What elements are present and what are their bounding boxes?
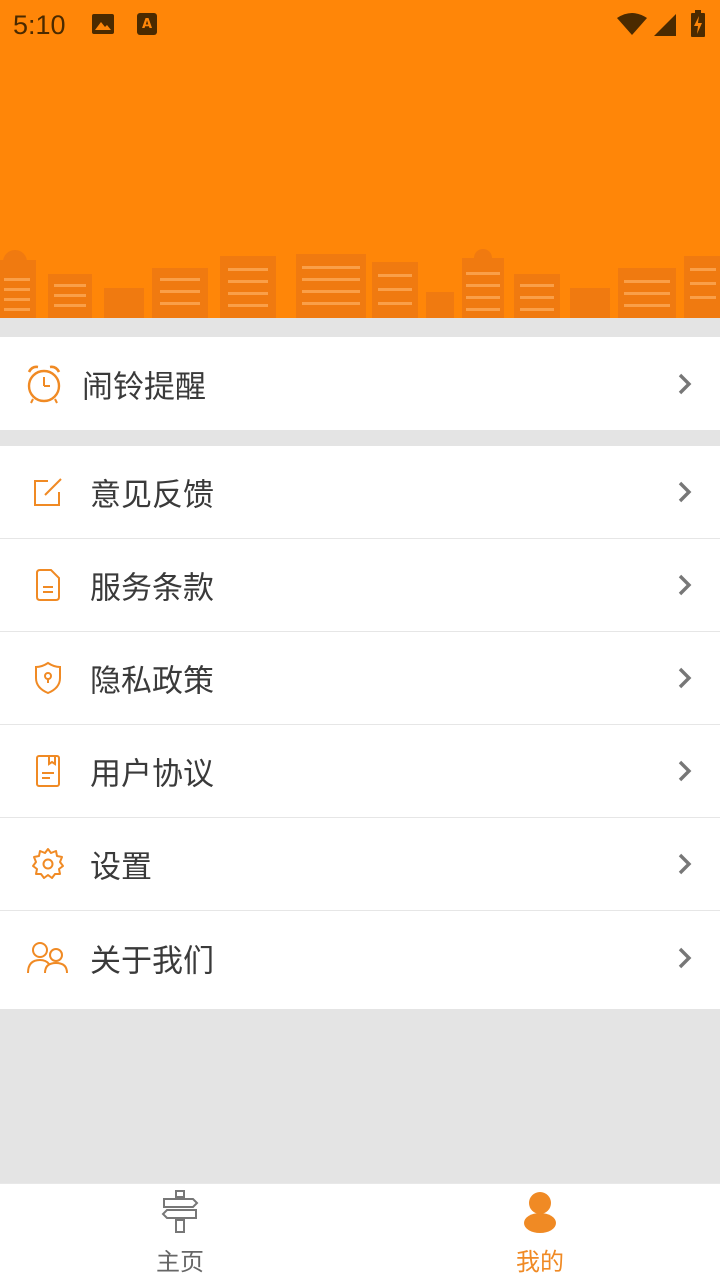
alarm-clock-icon: [27, 365, 61, 403]
tab-mine[interactable]: 我的: [360, 1184, 720, 1281]
menu-row-alarm[interactable]: 闹铃提醒: [0, 337, 720, 430]
tab-home[interactable]: 主页: [0, 1184, 360, 1281]
alarm-section: 闹铃提醒: [0, 337, 720, 430]
menu-row-user-agreement[interactable]: 用户协议: [0, 725, 720, 818]
chevron-right-icon: [678, 853, 692, 875]
menu-row-settings[interactable]: 设置: [0, 818, 720, 911]
person-icon: [524, 1192, 556, 1233]
menu-row-terms[interactable]: 服务条款: [0, 539, 720, 632]
signpost-icon: [161, 1190, 199, 1233]
chevron-right-icon: [678, 947, 692, 968]
chevron-right-icon: [678, 574, 692, 596]
menu-label-alarm: 闹铃提醒: [82, 369, 206, 405]
edit-icon: [34, 478, 62, 506]
users-icon: [27, 941, 68, 973]
image-icon: [92, 14, 114, 34]
menu-label-about: 关于我们: [90, 943, 214, 979]
tab-label-mine: 我的: [516, 1248, 564, 1276]
bottom-tab-bar: 主页 我的: [0, 1183, 720, 1281]
shield-icon: [35, 661, 61, 695]
svg-text:A: A: [142, 17, 152, 32]
document-icon: [36, 569, 60, 601]
chevron-right-icon: [678, 667, 692, 689]
menu-label-user-agreement: 用户协议: [90, 756, 214, 793]
wifi-icon: [617, 13, 647, 35]
header-banner: 5:10 A: [0, 0, 720, 318]
menu-label-feedback: 意见反馈: [90, 477, 214, 514]
menu-section: 意见反馈 服务条款 隐私政策 用户协议 设置 关于我们: [0, 446, 720, 1009]
chevron-right-icon: [678, 481, 692, 503]
menu-label-settings: 设置: [90, 849, 152, 886]
menu-row-about[interactable]: 关于我们: [0, 911, 720, 1004]
status-time: 5:10: [13, 10, 66, 40]
menu-label-privacy: 隐私政策: [90, 663, 214, 700]
menu-row-privacy[interactable]: 隐私政策: [0, 632, 720, 725]
signal-icon: [654, 14, 676, 36]
chevron-right-icon: [678, 373, 692, 394]
gear-icon: [32, 848, 64, 879]
a-notification-icon: A: [137, 13, 157, 35]
menu-label-terms: 服务条款: [90, 570, 214, 607]
city-skyline-illustration: [0, 249, 720, 318]
menu-row-feedback[interactable]: 意见反馈: [0, 446, 720, 539]
bookmark-doc-icon: [36, 755, 60, 787]
tab-label-home: 主页: [156, 1248, 204, 1276]
status-bar: 5:10 A: [0, 0, 720, 50]
battery-charging-icon: [691, 10, 705, 37]
chevron-right-icon: [678, 760, 692, 782]
